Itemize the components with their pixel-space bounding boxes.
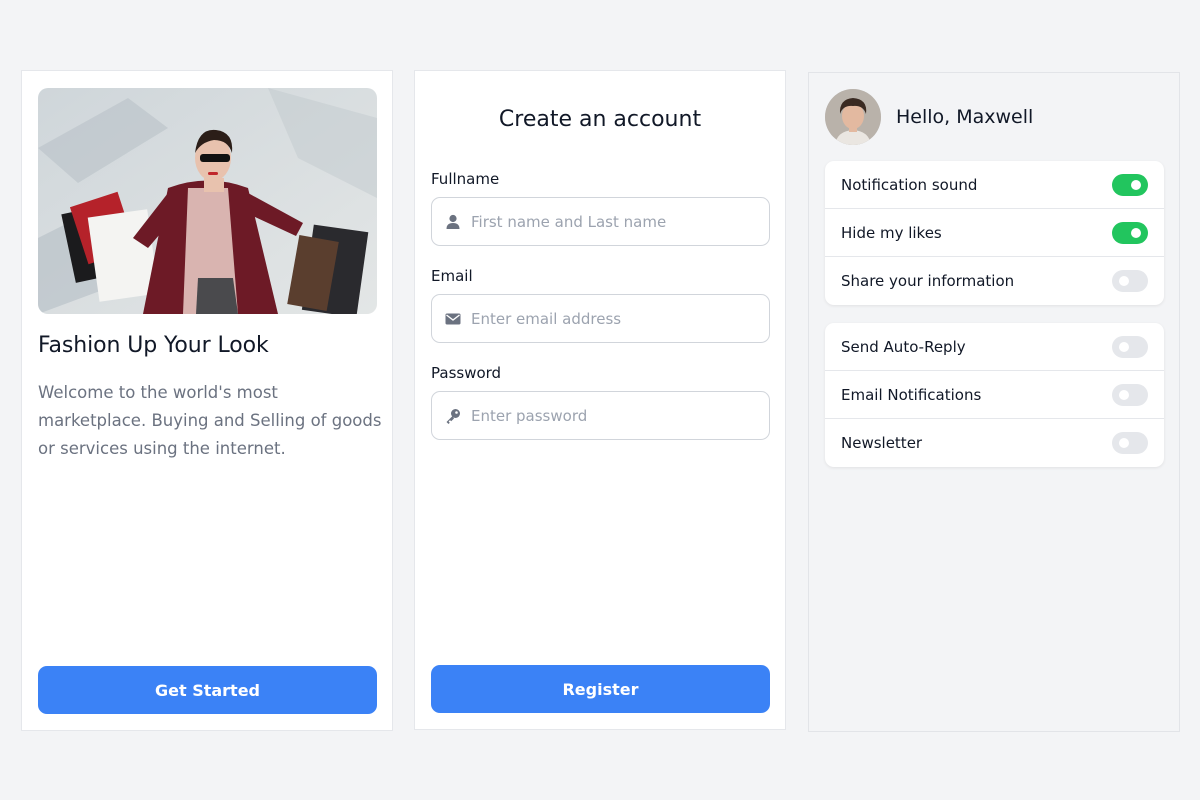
setting-label: Hide my likes	[841, 223, 942, 242]
setting-row-send-auto-reply: Send Auto-Reply	[825, 323, 1164, 371]
promo-title: Fashion Up Your Look	[38, 333, 269, 358]
password-field-wrapper	[431, 391, 770, 440]
settings-card: Hello, Maxwell Notification sound Hide m…	[808, 72, 1180, 732]
register-title: Create an account	[498, 107, 702, 132]
setting-label: Email Notifications	[841, 385, 982, 404]
fullname-label: Fullname	[431, 170, 500, 188]
notification-sound-toggle[interactable]	[1112, 173, 1148, 196]
user-icon	[444, 213, 462, 231]
send-auto-reply-toggle[interactable]	[1112, 335, 1148, 358]
newsletter-toggle[interactable]	[1112, 432, 1148, 454]
register-card: Create an account Fullname Email Passwor…	[414, 70, 786, 730]
toggle-knob	[1119, 389, 1129, 400]
setting-label: Notification sound	[841, 175, 978, 194]
toggle-knob	[1119, 438, 1129, 448]
greeting: Hello, Maxwell	[896, 106, 1034, 128]
setting-row-email-notifications: Email Notifications	[825, 371, 1164, 419]
email-field-wrapper	[431, 294, 770, 343]
settings-group-privacy: Notification sound Hide my likes Share y…	[825, 161, 1164, 305]
setting-label: Share your information	[841, 272, 1015, 290]
fullname-input[interactable]	[471, 198, 761, 245]
fullname-field-wrapper	[431, 197, 770, 246]
hide-my-likes-toggle[interactable]	[1112, 221, 1148, 244]
toggle-knob	[1131, 179, 1141, 190]
get-started-button[interactable]: Get Started	[38, 666, 377, 714]
setting-row-notification-sound: Notification sound	[825, 161, 1164, 209]
share-information-toggle[interactable]	[1112, 270, 1148, 292]
email-label: Email	[431, 267, 473, 285]
promo-description: Welcome to the world's most marketplace.…	[38, 383, 382, 458]
promo-card: Fashion Up Your Look Welcome to the worl…	[21, 70, 393, 731]
setting-row-share-information: Share your information	[825, 257, 1164, 305]
password-label: Password	[431, 364, 502, 382]
hero-image	[38, 88, 377, 314]
toggle-knob	[1131, 227, 1141, 238]
avatar	[825, 89, 881, 145]
email-notifications-toggle[interactable]	[1112, 383, 1148, 406]
register-button[interactable]: Register	[431, 665, 770, 713]
setting-row-newsletter: Newsletter	[825, 419, 1164, 467]
setting-label: Newsletter	[841, 434, 923, 452]
setting-row-hide-my-likes: Hide my likes	[825, 209, 1164, 257]
toggle-knob	[1119, 341, 1129, 352]
settings-group-email: Send Auto-Reply Email Notifications News…	[825, 323, 1164, 467]
key-icon	[444, 407, 462, 425]
toggle-knob	[1119, 276, 1129, 286]
setting-label: Send Auto-Reply	[841, 337, 966, 356]
envelope-icon	[444, 310, 462, 328]
email-input[interactable]	[471, 295, 761, 342]
password-input[interactable]	[471, 392, 761, 439]
profile-header: Hello, Maxwell	[825, 89, 1033, 145]
